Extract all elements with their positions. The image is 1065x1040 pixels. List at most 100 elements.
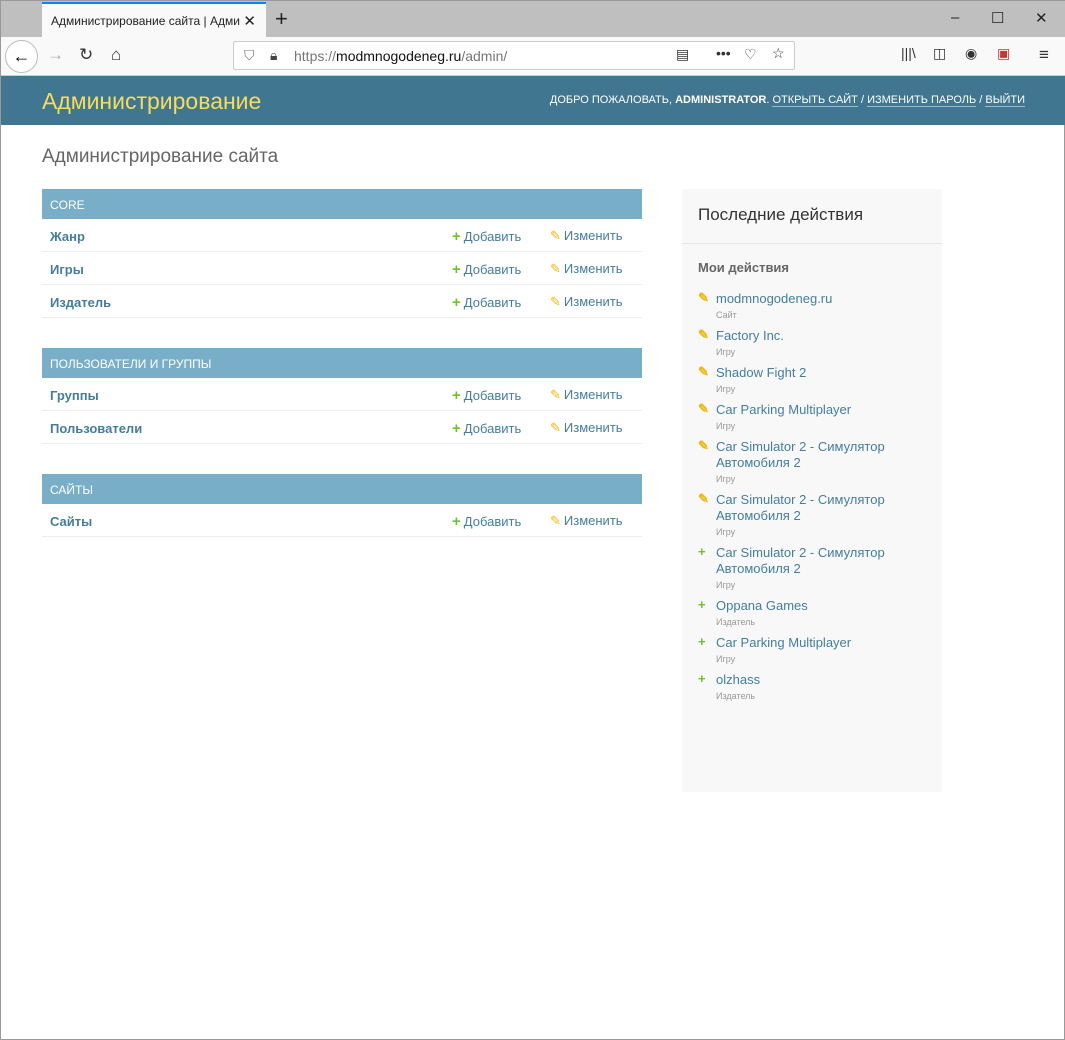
reader-view-icon[interactable]: ▤ xyxy=(676,46,689,63)
add-link[interactable]: + Добавить xyxy=(452,294,521,311)
action-object-link[interactable]: Car Simulator 2 - Симулятор Автомобиля 2 xyxy=(716,439,926,471)
pocket-icon[interactable]: ♡ xyxy=(744,46,757,63)
plus-icon: + xyxy=(698,597,706,612)
recent-action-item: + olzhass Издатель xyxy=(682,664,942,701)
change-link[interactable]: ✎ Изменить xyxy=(550,420,623,436)
site-brand[interactable]: Администрирование xyxy=(42,88,261,115)
action-object-link[interactable]: Car Simulator 2 - Симулятор Автомобиля 2 xyxy=(716,545,926,577)
change-link[interactable]: ✎ Изменить xyxy=(550,513,623,529)
recent-action-item: ✎ Shadow Fight 2 Игру xyxy=(682,357,942,394)
pencil-icon: ✎ xyxy=(550,513,561,528)
pencil-icon: ✎ xyxy=(550,387,561,402)
extension-icon[interactable]: ▣ xyxy=(997,45,1010,62)
change-label: Изменить xyxy=(563,228,623,243)
page-title: Администрирование сайта xyxy=(42,146,279,167)
browser-tab[interactable]: Администрирование сайта | Адми ✕ xyxy=(42,2,266,37)
menu-icon[interactable]: ≡ xyxy=(1039,45,1049,65)
module-caption[interactable]: Сайты xyxy=(42,474,642,504)
sidebar-icon[interactable]: ◫ xyxy=(933,45,946,62)
library-icon[interactable]: |||\ xyxy=(901,45,916,61)
view-site-link[interactable]: Открыть сайт xyxy=(772,94,858,107)
action-object-link[interactable]: Oppana Games xyxy=(716,598,926,614)
url-bar[interactable]: ⛉ 🔒︎ https://modmnogodeneg.ru/admin/ ▤ •… xyxy=(233,41,795,70)
recent-action-item: ✎ Car Parking Multiplayer Игру xyxy=(682,394,942,431)
action-object-type: Игру xyxy=(716,347,736,357)
add-link[interactable]: + Добавить xyxy=(452,513,521,530)
action-object-link[interactable]: Car Parking Multiplayer xyxy=(716,402,926,418)
action-object-link[interactable]: modmnogodeneg.ru xyxy=(716,291,926,307)
action-object-type: Игру xyxy=(716,421,736,431)
model-link[interactable]: Пользователи xyxy=(50,421,142,436)
model-link[interactable]: Жанр xyxy=(50,229,85,244)
more-icon[interactable]: ••• xyxy=(716,45,731,61)
recent-actions-title: Последние действия xyxy=(682,189,942,244)
change-link[interactable]: ✎ Изменить xyxy=(550,261,623,277)
account-icon[interactable]: ◉ xyxy=(965,45,977,62)
user-tools: Добро пожаловать, ADMINISTRATOR. Открыть… xyxy=(549,94,1025,107)
logout-link[interactable]: Выйти xyxy=(985,94,1025,107)
change-label: Изменить xyxy=(563,294,623,309)
tab-bar: Администрирование сайта | Адми ✕ + – ☐ ✕ xyxy=(1,1,1065,37)
model-link[interactable]: Игры xyxy=(50,262,84,277)
forward-icon[interactable]: → xyxy=(47,45,64,65)
pencil-icon: ✎ xyxy=(698,290,709,305)
pencil-icon: ✎ xyxy=(550,420,561,435)
action-object-type: Издатель xyxy=(716,691,756,701)
model-row: Группы + Добавить ✎ Изменить xyxy=(42,378,642,411)
pencil-icon: ✎ xyxy=(698,438,709,453)
plus-icon: + xyxy=(452,513,461,530)
nav-bar: ← → ↻ ⌂ ⛉ 🔒︎ https://modmnogodeneg.ru/ad… xyxy=(1,37,1065,76)
change-password-link[interactable]: Изменить пароль xyxy=(867,94,977,107)
pencil-icon: ✎ xyxy=(550,261,561,276)
change-link[interactable]: ✎ Изменить xyxy=(550,294,623,310)
action-object-type: Игру xyxy=(716,384,736,394)
reload-icon[interactable]: ↻ xyxy=(79,45,93,65)
add-link[interactable]: + Добавить xyxy=(452,420,521,437)
add-link[interactable]: + Добавить xyxy=(452,387,521,404)
action-object-link[interactable]: Factory Inc. xyxy=(716,328,926,344)
app-module: Пользователи и группы Группы + Добавить ✎ И… xyxy=(42,348,642,444)
action-object-link[interactable]: Car Parking Multiplayer xyxy=(716,635,926,651)
add-label: Добавить xyxy=(463,295,522,310)
plus-icon: + xyxy=(452,387,461,404)
change-link[interactable]: ✎ Изменить xyxy=(550,228,623,244)
close-window-icon[interactable]: ✕ xyxy=(1035,9,1048,27)
add-label: Добавить xyxy=(463,388,522,403)
home-icon[interactable]: ⌂ xyxy=(111,45,121,65)
bookmark-star-icon[interactable]: ☆ xyxy=(772,45,785,62)
model-link[interactable]: Издатель xyxy=(50,295,111,310)
separator: / xyxy=(979,94,983,106)
back-icon[interactable]: ← xyxy=(5,40,38,73)
plus-icon: + xyxy=(452,228,461,245)
model-row: Издатель + Добавить ✎ Изменить xyxy=(42,285,642,318)
action-object-type: Издатель xyxy=(716,617,756,627)
action-object-link[interactable]: Shadow Fight 2 xyxy=(716,365,926,381)
model-row: Пользователи + Добавить ✎ Изменить xyxy=(42,411,642,444)
new-tab-icon[interactable]: + xyxy=(275,6,288,32)
recent-action-item: + Car Simulator 2 - Симулятор Автомобиля … xyxy=(682,537,942,590)
add-label: Добавить xyxy=(463,514,522,529)
close-tab-icon[interactable]: ✕ xyxy=(243,12,256,30)
maximize-icon[interactable]: ☐ xyxy=(991,9,1004,27)
minimize-icon[interactable]: – xyxy=(951,9,959,26)
pencil-icon: ✎ xyxy=(550,228,561,243)
admin-header: Администрирование Добро пожаловать, ADMI… xyxy=(1,76,1065,125)
plus-icon: + xyxy=(452,261,461,278)
recent-action-item: + Car Parking Multiplayer Игру xyxy=(682,627,942,664)
add-label: Добавить xyxy=(463,262,522,277)
change-link[interactable]: ✎ Изменить xyxy=(550,387,623,403)
action-object-type: Сайт xyxy=(716,310,737,320)
change-label: Изменить xyxy=(563,387,623,402)
add-link[interactable]: + Добавить xyxy=(452,228,521,245)
module-caption[interactable]: Пользователи и группы xyxy=(42,348,642,378)
pencil-icon: ✎ xyxy=(698,364,709,379)
action-object-link[interactable]: Car Simulator 2 - Симулятор Автомобиля 2 xyxy=(716,492,926,524)
add-link[interactable]: + Добавить xyxy=(452,261,521,278)
plus-icon: + xyxy=(452,420,461,437)
action-object-link[interactable]: olzhass xyxy=(716,672,926,688)
model-link[interactable]: Группы xyxy=(50,388,99,403)
recent-action-item: ✎ Car Simulator 2 - Симулятор Автомобиля … xyxy=(682,484,942,537)
module-caption[interactable]: Core xyxy=(42,189,642,219)
pencil-icon: ✎ xyxy=(698,401,709,416)
model-link[interactable]: Сайты xyxy=(50,514,92,529)
